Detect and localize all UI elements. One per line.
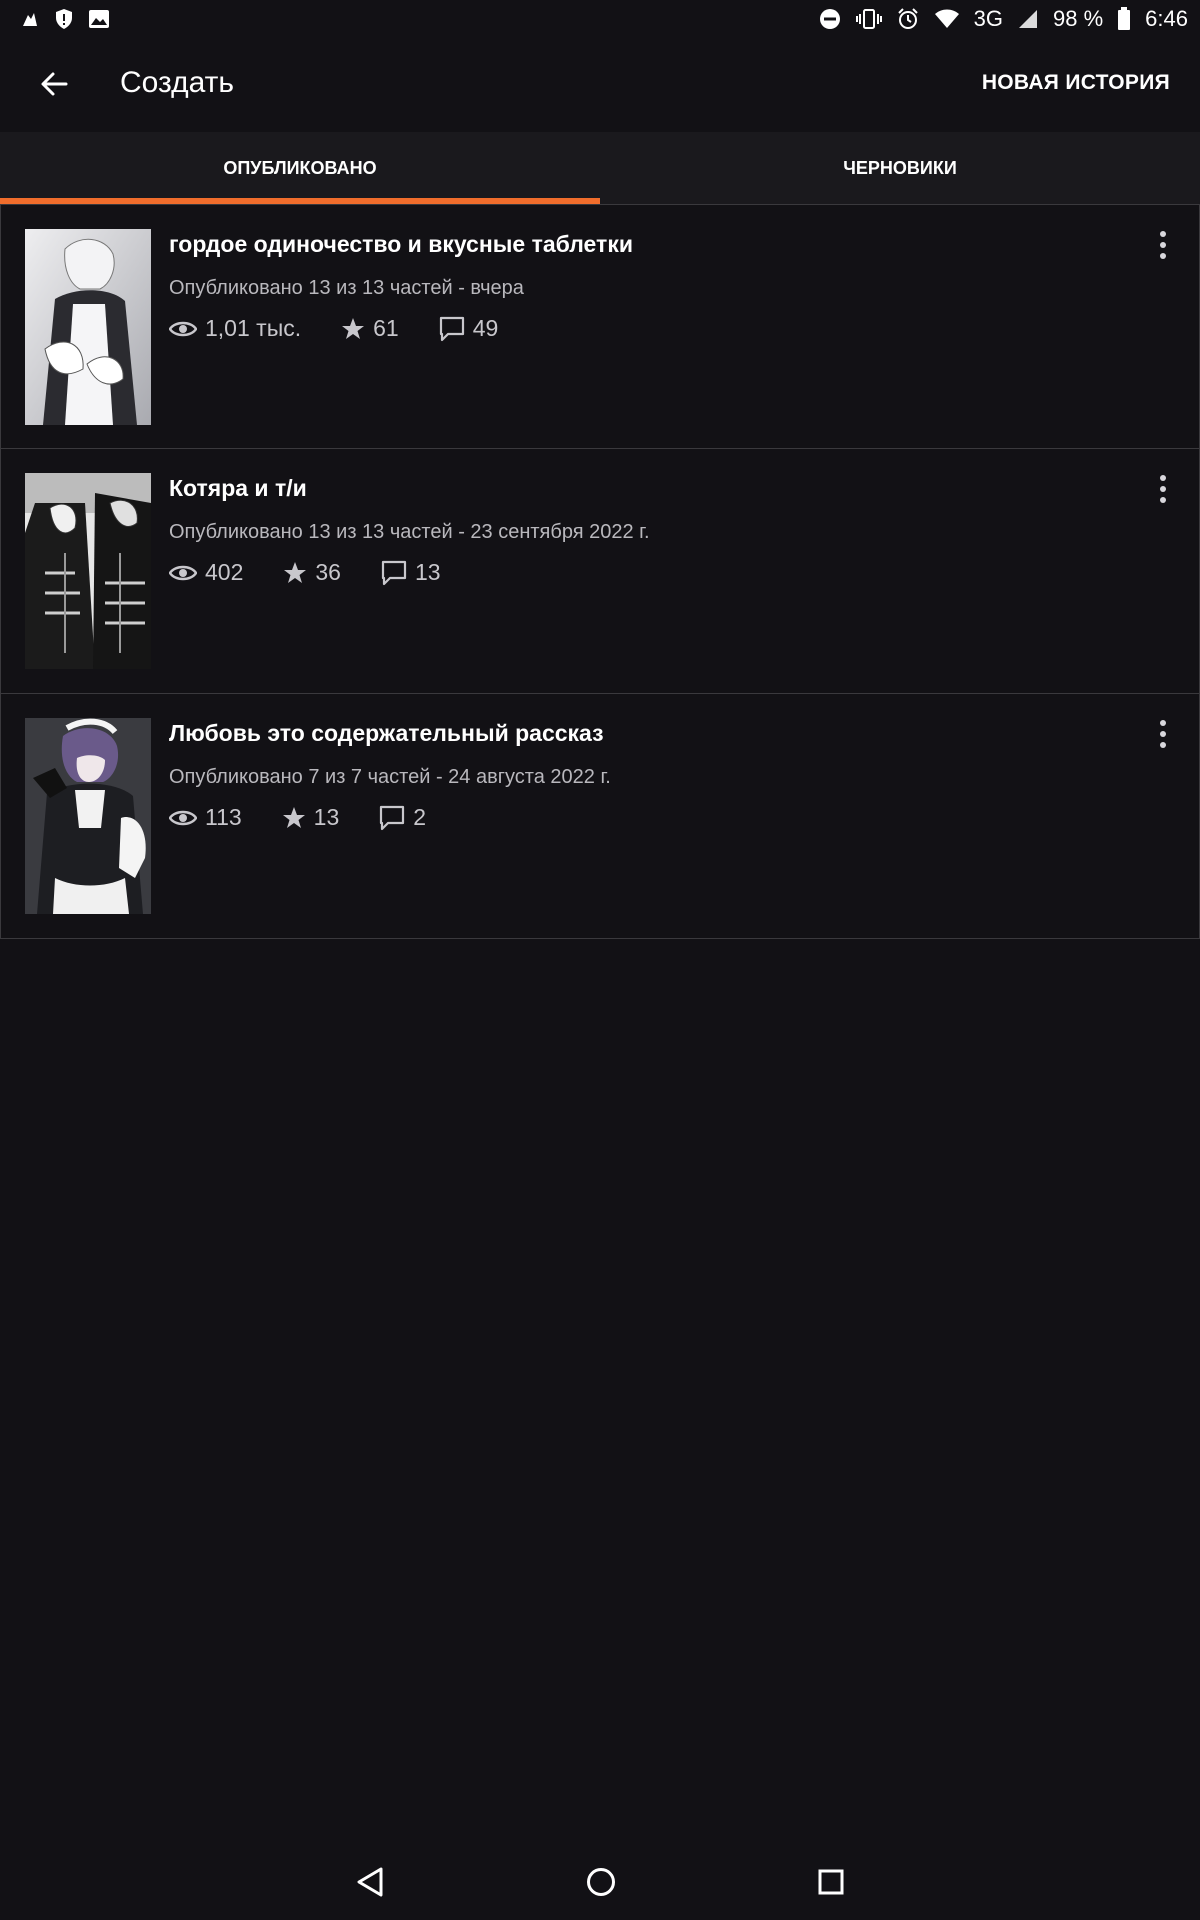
story-cover-image[interactable] [25,229,151,425]
story-publish-info: Опубликовано 7 из 7 частей - 24 августа … [169,766,611,788]
page-title: Создать [120,66,235,99]
system-nav-bar [0,1844,1200,1920]
views-stat: 113 [169,804,242,831]
story-cover-image[interactable] [25,473,151,669]
story-list: гордое одиночество и вкусные таблетки Оп… [0,204,1200,939]
views-count: 402 [205,559,244,585]
votes-count: 13 [313,804,340,830]
comments-stat: 49 [439,315,499,342]
eye-icon [169,810,197,825]
tab-published[interactable]: ОПУБЛИКОВАНО [0,132,600,204]
vibrate-icon [855,9,882,29]
story-cover-image[interactable] [25,718,151,914]
status-bar: 3G 98 % 6:46 [0,0,1200,38]
votes-stat: 61 [341,315,399,342]
story-item[interactable]: Любовь это содержательный рассказ Опубли… [0,694,1200,939]
comment-icon [439,316,464,341]
arrow-back-icon [41,72,68,96]
more-vert-icon [1160,720,1166,726]
clock: 6:46 [1145,6,1188,31]
alarm-icon [897,8,918,29]
more-options-button[interactable] [1151,227,1175,263]
do-not-disturb-icon [819,9,840,29]
story-publish-info: Опубликовано 13 из 13 частей - 23 сентяб… [169,521,650,543]
comments-count: 13 [414,559,441,585]
wifi-icon [934,9,959,28]
star-icon [284,561,307,583]
views-stat: 1,01 тыс. [169,315,301,342]
story-publish-info: Опубликовано 13 из 13 частей - вчера [169,277,524,299]
eye-icon [169,565,197,580]
tab-drafts[interactable]: ЧЕРНОВИКИ [600,132,1200,204]
signal-icon [1019,10,1038,28]
comments-stat: 2 [379,804,426,831]
comment-icon [380,805,405,830]
story-stats: 1,01 тыс. 61 49 [169,315,538,342]
story-stats: 402 36 13 [169,559,481,586]
star-icon [282,806,305,828]
network-type: 3G [973,6,1004,31]
comment-icon [381,560,407,585]
notification-app-icon [23,13,37,26]
story-title[interactable]: Любовь это содержательный рассказ [169,720,604,747]
tab-bar: ОПУБЛИКОВАНО ЧЕРНОВИКИ [0,132,1200,204]
more-options-button[interactable] [1151,716,1175,752]
story-item[interactable]: гордое одиночество и вкусные таблетки Оп… [0,204,1200,449]
star-icon [342,317,365,339]
nav-home-icon[interactable] [585,1866,617,1898]
more-vert-icon [1160,231,1166,237]
votes-stat: 36 [283,559,341,586]
comments-count: 49 [472,315,499,341]
more-options-button[interactable] [1151,471,1175,507]
eye-icon [169,321,197,336]
story-title[interactable]: гордое одиночество и вкусные таблетки [169,231,633,258]
views-count: 1,01 тыс. [205,315,302,341]
story-stats: 113 13 2 [169,804,466,831]
nav-recents-icon[interactable] [817,1868,845,1896]
votes-stat: 13 [282,804,340,831]
nav-back-icon[interactable] [355,1866,385,1898]
votes-count: 61 [373,315,399,341]
comments-count: 2 [413,804,427,830]
app-bar: Создать НОВАЯ ИСТОРИЯ [0,38,1200,132]
story-item[interactable]: Котяра и т/и Опубликовано 13 из 13 часте… [0,449,1200,694]
back-button[interactable] [34,64,74,104]
views-stat: 402 [169,559,243,586]
battery-icon [1118,7,1131,30]
story-title[interactable]: Котяра и т/и [169,475,307,502]
more-vert-icon [1160,475,1166,481]
views-count: 113 [205,804,242,830]
comments-stat: 13 [381,559,441,586]
shield-alert-icon [56,9,72,29]
battery-percent: 98 % [1053,6,1104,31]
new-story-button[interactable]: НОВАЯ ИСТОРИЯ [982,71,1170,95]
image-icon [89,10,109,28]
votes-count: 36 [315,559,341,585]
